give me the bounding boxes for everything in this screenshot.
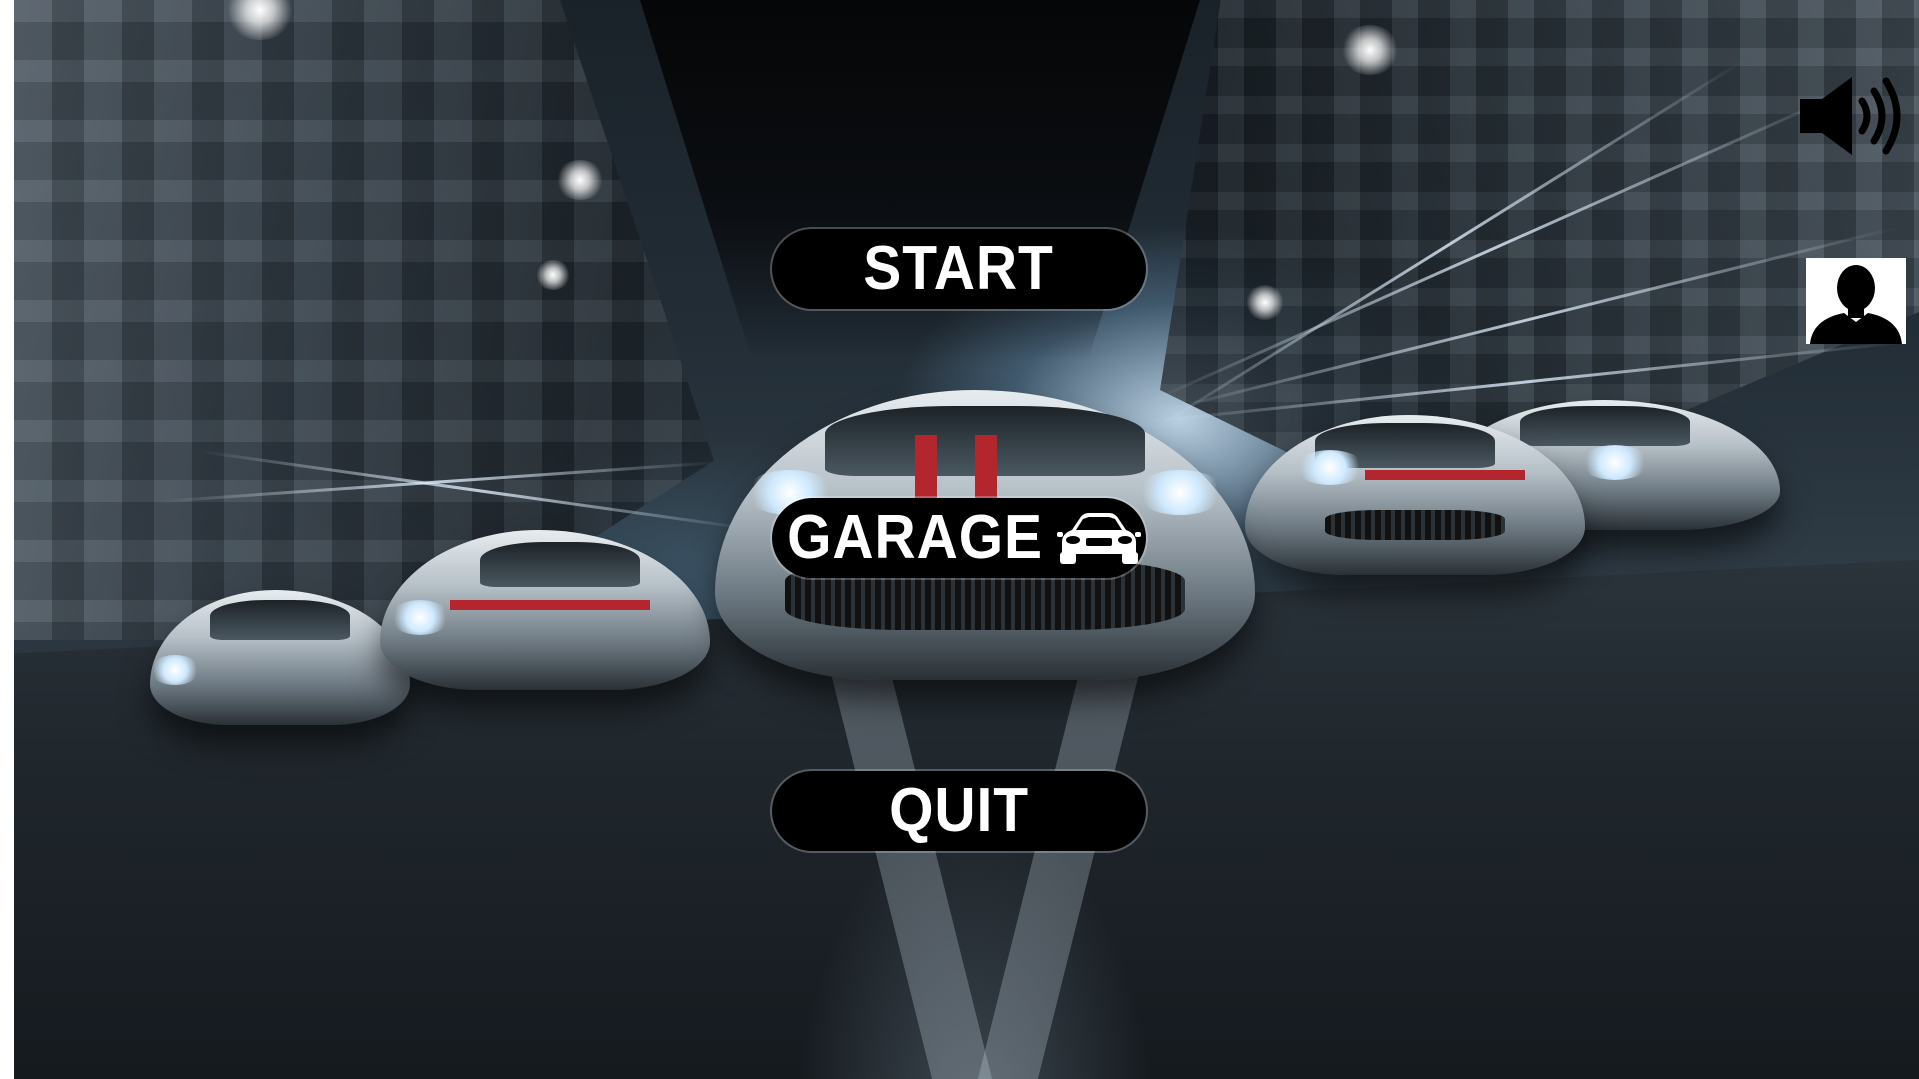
left-border bbox=[0, 0, 14, 1079]
street-light bbox=[535, 260, 571, 290]
speaker-volume-icon bbox=[1800, 77, 1901, 155]
sound-toggle-button[interactable] bbox=[1798, 73, 1906, 159]
street-light bbox=[1340, 25, 1400, 75]
garage-label: GARAGE bbox=[787, 503, 1043, 572]
street-light bbox=[555, 160, 605, 200]
quit-button[interactable]: QUIT bbox=[772, 771, 1146, 851]
garage-button[interactable]: GARAGE bbox=[772, 498, 1146, 578]
car-icon bbox=[1057, 513, 1142, 564]
start-label: START bbox=[863, 234, 1055, 303]
quit-label: QUIT bbox=[889, 776, 1029, 845]
main-menu-screen: START GARAGE QUIT bbox=[0, 0, 1919, 1079]
street-light bbox=[1245, 285, 1285, 320]
user-silhouette-icon bbox=[1810, 265, 1902, 344]
profile-button[interactable] bbox=[1806, 258, 1906, 344]
start-button[interactable]: START bbox=[772, 229, 1146, 309]
